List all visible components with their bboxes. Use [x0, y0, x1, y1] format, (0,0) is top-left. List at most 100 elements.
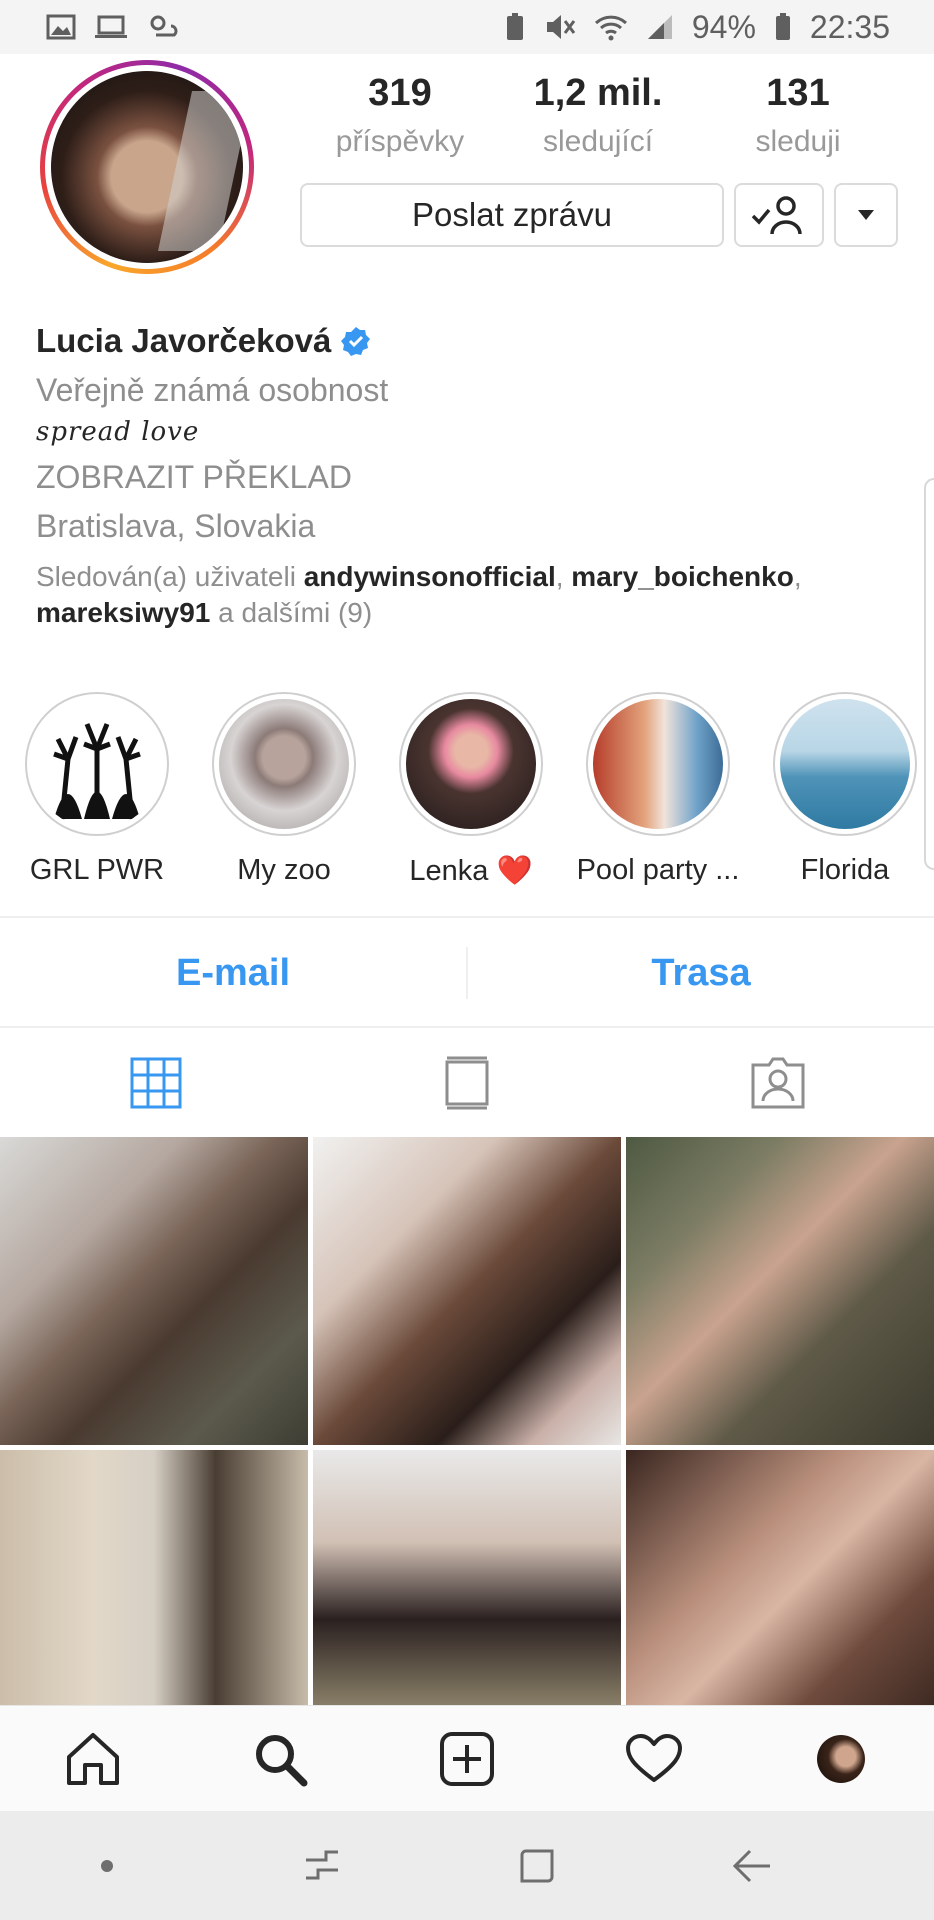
search-icon	[256, 1734, 308, 1786]
tab-feed[interactable]	[311, 1030, 622, 1136]
contact-bar: E-mail Trasa	[0, 918, 934, 1028]
followed-by-sep-1: ,	[555, 561, 572, 592]
show-translation-link[interactable]: ZOBRAZIT PŘEKLAD	[36, 459, 896, 496]
add-icon	[439, 1731, 494, 1786]
profile-name-row: Lucia Javorčeková	[36, 322, 896, 360]
bio-section: Lucia Javorčeková Veřejně známá osobnost…	[36, 322, 896, 631]
follower-link-2[interactable]: mary_boichenko	[571, 561, 794, 592]
android-home-button[interactable]	[429, 1811, 644, 1920]
dot-icon	[101, 1859, 114, 1872]
story-highlights: GRL PWR My zoo Lenka ❤️ Pool party ... F…	[0, 692, 934, 887]
avatar	[51, 71, 243, 263]
highlight-ring	[586, 692, 730, 836]
followers-label: sledující	[542, 125, 654, 158]
nav-activity[interactable]	[560, 1706, 747, 1811]
highlight-cover	[593, 699, 723, 829]
clock: 22:35	[809, 8, 890, 45]
profile-location: Bratislava, Slovakia	[36, 508, 316, 544]
follower-link-3[interactable]: mareksiwy91	[36, 597, 210, 628]
profile-tabs	[0, 1030, 934, 1136]
directions-button[interactable]: Trasa	[468, 918, 934, 1028]
highlight-ring	[25, 692, 169, 836]
tab-grid[interactable]	[0, 1030, 311, 1136]
highlight-my-zoo[interactable]: My zoo	[194, 692, 374, 887]
following-label: sleduji	[755, 125, 841, 158]
nav-search[interactable]	[187, 1706, 374, 1811]
posts-grid	[0, 1137, 934, 1705]
feed-icon	[445, 1056, 489, 1110]
highlight-label: Pool party ...	[576, 854, 740, 886]
following-button[interactable]	[734, 183, 824, 247]
highlight-cover	[219, 699, 349, 829]
gallery-icon	[46, 14, 76, 40]
email-button[interactable]: E-mail	[0, 918, 466, 1028]
divider	[0, 1026, 934, 1028]
status-right: 94% 22:35	[504, 9, 890, 46]
followers-count: 1,2 mil.	[533, 72, 663, 114]
avatar-inner	[45, 65, 249, 269]
highlight-grl-pwr[interactable]: GRL PWR	[7, 692, 187, 887]
post-thumbnail[interactable]	[626, 1137, 934, 1445]
bio-text: spread love	[36, 417, 200, 447]
heart-icon	[625, 1733, 682, 1782]
post-thumbnail[interactable]	[0, 1450, 308, 1705]
square-home-icon	[520, 1849, 554, 1882]
verified-badge-icon	[341, 327, 371, 356]
laptop-icon	[95, 15, 127, 38]
highlight-label: Florida	[800, 854, 890, 886]
battery-saver-icon	[506, 13, 523, 40]
followed-by-prefix: Sledován(a) uživateli	[36, 561, 304, 592]
profile-avatar-story-ring[interactable]	[40, 60, 254, 274]
stat-followers[interactable]: 1,2 mil. sledující	[510, 72, 686, 159]
nav-add-post[interactable]	[374, 1706, 561, 1811]
post-thumbnail[interactable]	[626, 1450, 934, 1705]
highlight-label: GRL PWR	[29, 854, 165, 886]
back-arrow-icon	[732, 1849, 770, 1882]
grid-icon	[130, 1057, 182, 1109]
nav-home[interactable]	[0, 1706, 187, 1811]
following-count: 131	[766, 72, 830, 114]
person-check-icon	[751, 196, 802, 235]
android-back-button[interactable]	[644, 1811, 859, 1920]
followed-by-suffix: a dalšími (9)	[210, 597, 373, 628]
signal-icon	[647, 15, 672, 39]
send-message-button[interactable]: Poslat zprávu	[300, 183, 724, 247]
chevron-down-icon	[858, 210, 874, 220]
post-thumbnail[interactable]	[0, 1137, 308, 1445]
post-thumbnail[interactable]	[313, 1137, 621, 1445]
highlight-pool-party[interactable]: Pool party ...	[568, 692, 748, 887]
android-nav-bar	[0, 1811, 934, 1920]
tab-tagged[interactable]	[623, 1030, 934, 1136]
post-thumbnail[interactable]	[313, 1450, 621, 1705]
tagged-icon	[751, 1057, 805, 1109]
profile-category: Veřejně známá osobnost	[36, 372, 389, 408]
mute-icon	[546, 15, 576, 39]
profile-name: Lucia Javorčeková	[36, 322, 332, 359]
posts-label: příspěvky	[335, 125, 465, 158]
android-dot-button[interactable]	[0, 1811, 215, 1920]
followed-by[interactable]: Sledován(a) uživateli andywinsonofficial…	[36, 559, 896, 631]
highlight-ring	[212, 692, 356, 836]
battery-icon	[775, 13, 790, 40]
highlight-label: Lenka ❤️	[409, 855, 533, 887]
home-icon	[67, 1732, 120, 1785]
highlight-cover	[32, 699, 162, 829]
status-bar: 94% 22:35	[0, 0, 934, 54]
followed-by-sep-2: ,	[793, 561, 802, 592]
highlight-cover	[780, 699, 910, 829]
weather-icon	[150, 15, 178, 37]
more-options-button[interactable]	[834, 183, 898, 247]
battery-percent: 94%	[691, 8, 756, 45]
highlight-ring	[399, 692, 543, 836]
follower-link-1[interactable]: andywinsonofficial	[304, 561, 556, 592]
stat-posts[interactable]: 319 příspěvky	[318, 72, 482, 159]
recents-icon	[306, 1850, 339, 1879]
stat-following[interactable]: 131 sleduji	[720, 72, 876, 159]
nav-profile[interactable]	[747, 1706, 934, 1811]
highlight-lenka[interactable]: Lenka ❤️	[381, 692, 561, 888]
status-left	[46, 13, 180, 41]
highlight-ring	[773, 692, 917, 836]
highlight-florida[interactable]: Florida	[755, 692, 934, 887]
highlight-cover	[406, 699, 536, 829]
android-recents-button[interactable]	[215, 1811, 430, 1920]
